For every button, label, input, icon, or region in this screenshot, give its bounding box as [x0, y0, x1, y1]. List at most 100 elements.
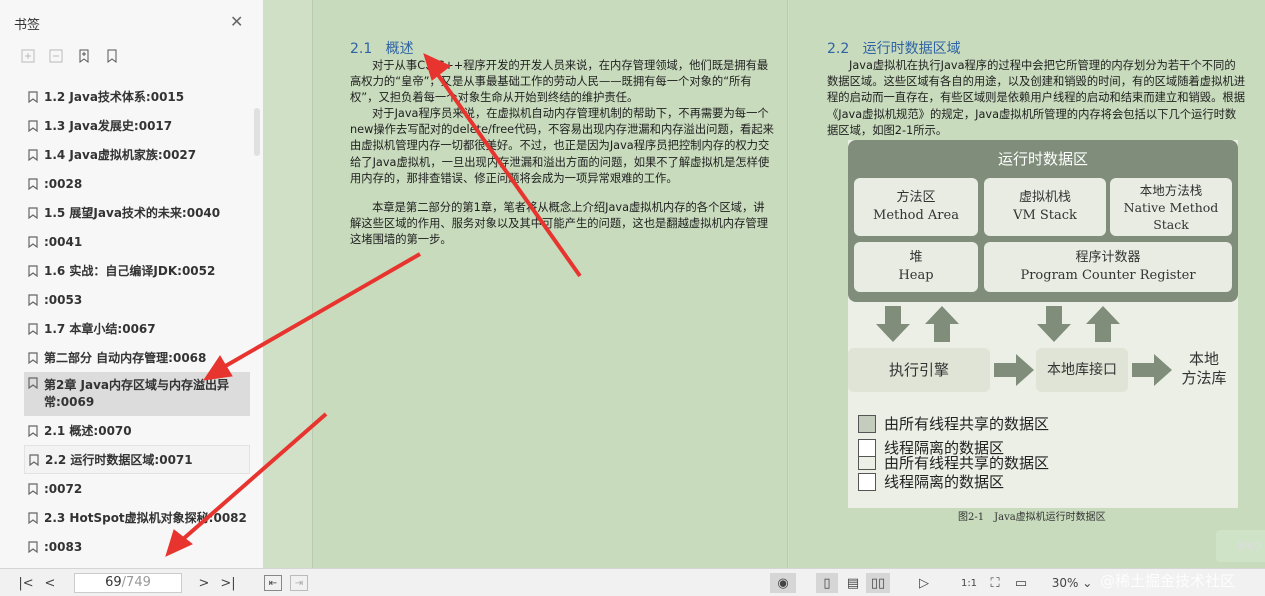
arrow-right-icon	[994, 354, 1034, 386]
sidebar-scrollbar[interactable]	[254, 108, 260, 156]
bookmark-label: :0041	[44, 234, 83, 249]
bookmark-label: 1.7 本章小结:0067	[44, 322, 156, 336]
bookmark-label: 1.6 实战：自己编译JDK:0052	[44, 264, 216, 278]
bookmark-item[interactable]: 1.6 实战：自己编译JDK:0052	[24, 256, 250, 285]
bookmark-item[interactable]: 2.3 HotSpot虚拟机对象探秘:0082	[24, 503, 250, 532]
first-page-button[interactable]: |<	[16, 573, 36, 593]
actual-size-icon[interactable]: 1:1	[958, 573, 980, 593]
bookmark-label: 1.5 展望Java技术的未来:0040	[44, 206, 221, 220]
bookmark-label: :0028	[44, 176, 83, 191]
page-number-input[interactable]: 69/749	[74, 573, 182, 593]
pdf-page-left: 2.1 概述 对于从事C、C++程序开发的开发人员来说，在内存管理领域，他们既是…	[312, 0, 788, 568]
bookmark-icon[interactable]	[104, 48, 120, 64]
bookmark-icon	[28, 540, 38, 553]
bookmark-icon	[28, 119, 38, 132]
bookmark-label: 2.2 运行时数据区域:0071	[45, 453, 193, 467]
bookmark-list: 1.2 Java技术体系:0015 1.3 Java发展史:0017 1.4 Jav…	[24, 82, 250, 561]
bookmark-icon	[28, 177, 38, 190]
previous-page-button[interactable]: <	[40, 573, 60, 593]
bookmark-label: 2.1 概述:0070	[44, 424, 132, 438]
add-bookmark-icon[interactable]	[76, 48, 92, 64]
bookmark-icon	[28, 264, 38, 277]
bookmark-item[interactable]: 1.3 Java发展史:0017	[24, 111, 250, 140]
bookmark-item[interactable]: :0083	[24, 532, 250, 561]
native-method-stack-box: 本地方法栈 Native Method Stack	[1110, 178, 1232, 236]
bookmark-icon	[28, 293, 38, 306]
continuous-page-icon[interactable]: ▤	[842, 573, 864, 593]
eye-protection-icon[interactable]: ◉	[770, 573, 796, 593]
bookmark-icon	[28, 90, 38, 103]
forward-icon[interactable]: ⇥	[290, 575, 308, 591]
bookmark-item[interactable]: :0041	[24, 227, 250, 256]
bookmark-item[interactable]: :0072	[24, 474, 250, 503]
native-interface-box: 本地库接口	[1036, 348, 1128, 392]
bookmark-icon	[29, 453, 39, 466]
bookmark-label: 第二部分 自动内存管理:0068	[44, 351, 207, 365]
bookmark-item[interactable]: :0053	[24, 285, 250, 314]
page-number-badge: 第69	[1216, 530, 1265, 562]
figure-legend: 由所有线程共享的数据区 线程隔离的数据区 由所有线程共享的数据区 线程隔离的数据…	[858, 412, 1049, 494]
bookmark-icon	[28, 511, 38, 524]
next-page-button[interactable]: >	[194, 573, 214, 593]
method-area-box: 方法区 Method Area	[854, 178, 978, 236]
bottom-toolbar: |< < 69/749 > >| ⇤ ⇥ ◉ ▯ ▤ ▯▯ ▷ 1:1 ⛶ ▭ …	[0, 568, 1265, 596]
bookmark-label: 2.3 HotSpot虚拟机对象探秘:0082	[44, 511, 247, 525]
last-page-button[interactable]: >|	[218, 573, 238, 593]
pdf-reader-window: 书签 ✕ 1.2 Java技术体系:0015 1.3 Java发展史:0017 1.…	[0, 0, 1265, 596]
watermark-text: @稀土掘金技术社区	[1100, 572, 1236, 590]
bookmark-item[interactable]: 第2章 Java内存区域与内存溢出异常:0069	[24, 372, 250, 416]
bookmark-label: :0053	[44, 292, 83, 307]
arrow-right-icon	[1132, 354, 1172, 386]
bookmark-label: 1.2 Java技术体系:0015	[44, 90, 185, 104]
bookmark-label: 1.4 Java虚拟机家族:0027	[44, 148, 197, 162]
document-view: 2.1 概述 对于从事C、C++程序开发的开发人员来说，在内存管理领域，他们既是…	[264, 0, 1265, 568]
bookmark-item[interactable]: :0028	[24, 169, 250, 198]
arrows-graphic	[876, 306, 1120, 342]
bookmark-icon	[28, 235, 38, 248]
fit-width-icon[interactable]: ▭	[1012, 573, 1030, 593]
bookmark-icon	[28, 482, 38, 495]
close-icon[interactable]: ✕	[230, 12, 243, 31]
runtime-data-area-figure: 运行时数据区 方法区 Method Area 虚拟机栈 VM Stack 本地方法栈…	[848, 140, 1238, 508]
heap-box: 堆 Heap	[854, 242, 978, 292]
bookmark-icon	[28, 351, 38, 364]
paragraph: Java虚拟机在执行Java程序的过程中会把它所管理的内存划分为若干个不同的数据…	[827, 59, 1245, 137]
paragraph: 对于Java程序员来说，在虚拟机自动内存管理机制的帮助下，不再需要为每一个new…	[350, 107, 774, 185]
bookmark-icon	[28, 424, 38, 437]
bookmark-label: 第2章 Java内存区域与内存溢出异常:0069	[44, 378, 230, 409]
legend-swatch-isolated	[858, 439, 876, 457]
collapse-bookmark-icon[interactable]	[48, 48, 64, 64]
bookmark-icon	[28, 148, 38, 161]
bookmark-icon	[28, 322, 38, 335]
legend-overlap-text: 由所有线程共享的数据区	[884, 456, 1050, 470]
native-library-label: 本地 方法库	[1181, 350, 1227, 387]
single-page-icon[interactable]: ▯	[816, 573, 838, 593]
bookmark-item[interactable]: 1.2 Java技术体系:0015	[24, 82, 250, 111]
two-page-icon[interactable]: ▯▯	[866, 573, 890, 593]
bookmark-item[interactable]: 第二部分 自动内存管理:0068	[24, 343, 250, 372]
figure-caption: 图2-1 Java虚拟机运行时数据区	[958, 512, 1106, 523]
sidebar-toolbar	[20, 48, 120, 64]
play-icon[interactable]: ▷	[914, 573, 934, 593]
expand-bookmark-icon[interactable]	[20, 48, 36, 64]
vm-stack-box: 虚拟机栈 VM Stack	[984, 178, 1106, 236]
bookmark-item[interactable]: 1.5 展望Java技术的未来:0040	[24, 198, 250, 227]
bookmark-item[interactable]: 2.1 概述:0070	[24, 416, 250, 445]
bookmark-label: :0083	[44, 539, 83, 554]
section-heading-2-2: 2.2 运行时数据区域	[827, 41, 961, 57]
section-heading-2-1: 2.1 概述	[350, 41, 414, 57]
bookmark-sidebar: 书签 ✕ 1.2 Java技术体系:0015 1.3 Java发展史:0017 1.…	[0, 0, 264, 568]
bookmark-label: 1.3 Java发展史:0017	[44, 119, 173, 133]
zoom-select[interactable]: 30% ⌄	[1052, 573, 1093, 593]
paragraph: 对于从事C、C++程序开发的开发人员来说，在内存管理领域，他们既是拥有最高权力的…	[350, 59, 769, 105]
sidebar-title: 书签	[14, 18, 41, 33]
bookmark-item[interactable]: 2.2 运行时数据区域:0071	[24, 445, 250, 474]
bookmark-item[interactable]: 1.7 本章小结:0067	[24, 314, 250, 343]
bookmark-item[interactable]: 1.4 Java虚拟机家族:0027	[24, 140, 250, 169]
back-icon[interactable]: ⇤	[264, 575, 282, 591]
fit-page-icon[interactable]: ⛶	[986, 573, 1004, 593]
figure-title: 运行时数据区	[997, 150, 1088, 168]
bookmark-label: :0072	[44, 481, 83, 496]
bookmark-icon	[28, 377, 38, 389]
execution-engine-box: 执行引擎	[848, 348, 990, 392]
